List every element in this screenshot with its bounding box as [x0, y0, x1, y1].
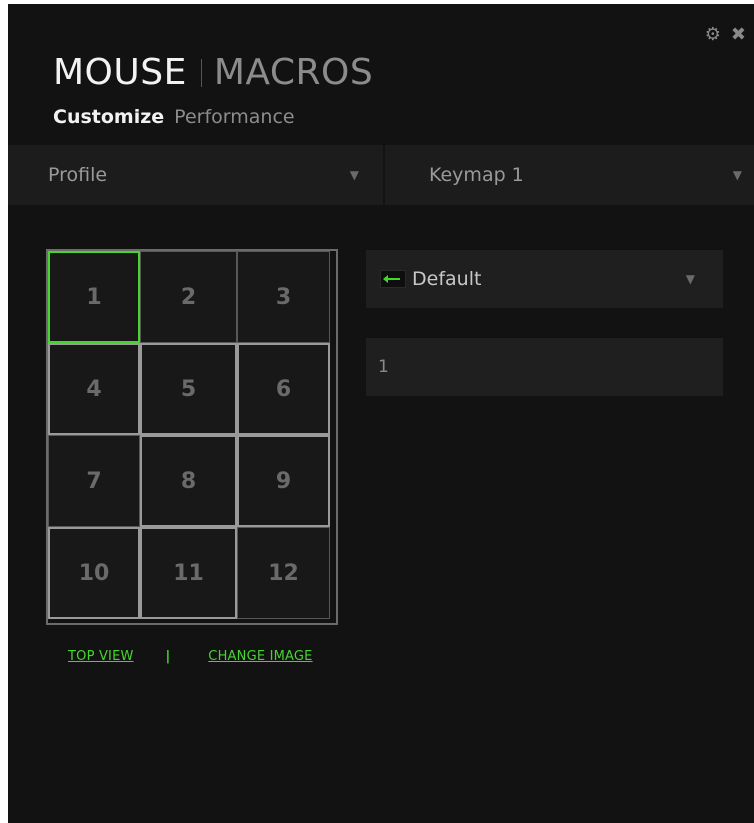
grid-button-1[interactable]: 1: [48, 251, 140, 343]
window-controls: ⚙ ✖: [705, 26, 746, 44]
tab-performance[interactable]: Performance: [174, 106, 294, 128]
top-view-link[interactable]: TOP VIEW: [68, 649, 134, 664]
link-separator: |: [165, 649, 171, 664]
synapse-window: ⚙ ✖ MOUSE MACROS Customize Performance P…: [8, 4, 754, 823]
grid-button-5[interactable]: 5: [140, 343, 237, 435]
chevron-down-icon: ▼: [349, 168, 359, 182]
grid-button-12[interactable]: 12: [237, 527, 330, 619]
sub-tabs: Customize Performance: [53, 106, 295, 128]
grid-button-11[interactable]: 11: [140, 527, 237, 619]
close-icon[interactable]: ✖: [731, 26, 746, 44]
keymap-dropdown-label: Keymap 1: [428, 164, 524, 186]
button-grid: 1 2 3 4 5 6 7 8 9 10 11 12: [46, 249, 338, 625]
main-tabs: MOUSE MACROS: [53, 52, 373, 93]
chevron-down-icon: ▼: [732, 168, 742, 182]
grid-button-10[interactable]: 10: [48, 527, 140, 619]
grid-button-3[interactable]: 3: [237, 251, 330, 343]
default-function-icon: [380, 270, 406, 288]
view-links: TOP VIEW | CHANGE IMAGE: [68, 649, 313, 664]
function-dropdown[interactable]: Default ▼: [366, 250, 723, 308]
grid-button-4[interactable]: 4: [48, 343, 140, 435]
tab-customize[interactable]: Customize: [53, 106, 164, 128]
tab-mouse[interactable]: MOUSE: [53, 52, 187, 93]
profile-keymap-bar: Profile ▼ Keymap 1 ▼: [8, 145, 754, 205]
grid-button-6[interactable]: 6: [237, 343, 330, 435]
profile-dropdown[interactable]: Profile ▼: [8, 145, 383, 205]
grid-button-7[interactable]: 7: [48, 435, 140, 527]
function-dropdown-label: Default: [412, 268, 482, 290]
tab-divider: [200, 58, 202, 87]
keymap-dropdown[interactable]: Keymap 1 ▼: [384, 145, 754, 205]
profile-dropdown-label: Profile: [48, 164, 108, 186]
change-image-link[interactable]: CHANGE IMAGE: [208, 649, 312, 664]
chevron-down-icon: ▼: [685, 272, 695, 286]
tab-macros[interactable]: MACROS: [214, 52, 373, 93]
grid-button-8[interactable]: 8: [140, 435, 237, 527]
grid-button-9[interactable]: 9: [237, 435, 330, 527]
key-assignment-field[interactable]: 1: [366, 338, 723, 396]
gear-icon[interactable]: ⚙: [705, 26, 721, 44]
grid-button-2[interactable]: 2: [140, 251, 237, 343]
